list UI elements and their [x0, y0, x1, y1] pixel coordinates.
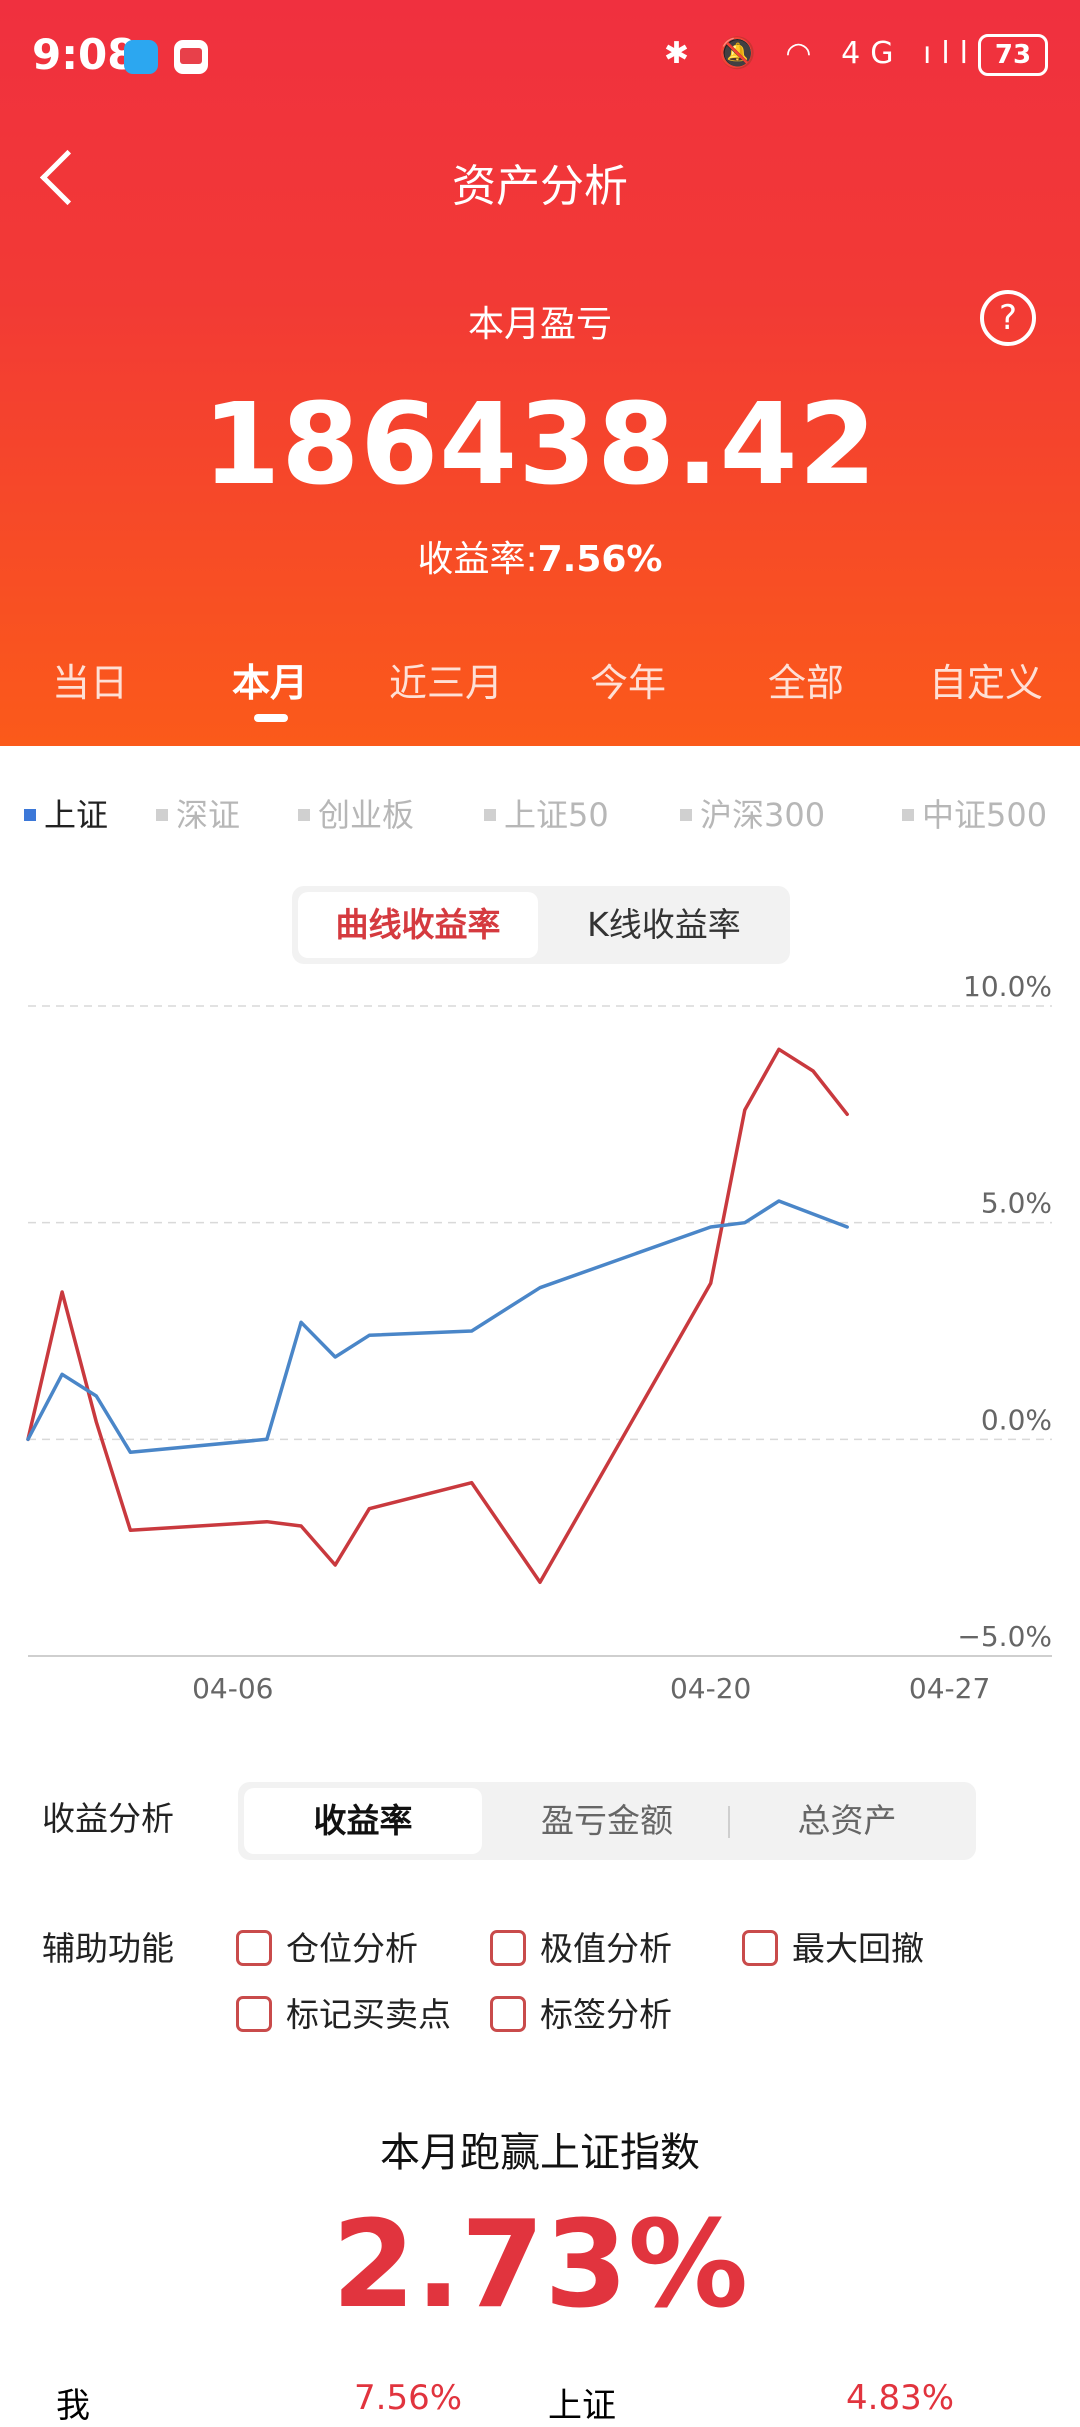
index-value: 4.83% — [846, 2378, 955, 2418]
rate-option[interactable]: 收益率 — [244, 1788, 482, 1854]
extreme-analysis-checkbox[interactable]: 极值分析 — [490, 1922, 672, 1970]
outperform-value: 2.73% — [331, 2196, 749, 2335]
wallet-app-icon — [174, 40, 208, 74]
position-analysis-checkbox[interactable]: 仓位分析 — [236, 1922, 418, 1970]
help-icon[interactable]: ? — [980, 290, 1036, 346]
x-tick-label: 04-20 — [670, 1672, 751, 1705]
curve-return-button[interactable]: 曲线收益率 — [298, 892, 538, 958]
index-sse50[interactable]: 上证50 — [484, 790, 609, 836]
extreme-analysis-label: 极值分析 — [540, 1929, 672, 1968]
legend-square-icon — [680, 809, 692, 821]
me-value: 7.56% — [354, 2378, 463, 2418]
y-tick-label: 0.0% — [981, 1403, 1052, 1436]
summary-header: 9:08 ✱ 🔕 ◠ 4G ıll 73 资产分析 本月盈亏 ? 186438.… — [0, 0, 1080, 746]
index-sse50-label: 上证50 — [504, 796, 609, 834]
y-tick-label: −5.0% — [957, 1620, 1052, 1653]
analysis-label: 收益分析 — [42, 1799, 174, 1838]
outperform-title: 本月跑赢上证指数 — [380, 2130, 700, 2176]
index-csi300-label: 沪深300 — [700, 796, 826, 834]
index-szse[interactable]: 深证 — [156, 790, 240, 836]
legend-square-icon — [484, 809, 496, 821]
tab-this-year[interactable]: 今年 — [538, 652, 718, 707]
tab-this-month-label: 本月 — [231, 661, 308, 705]
profit-subtitle: 本月盈亏 — [467, 304, 612, 345]
return-rate-label: 收益率: — [417, 539, 538, 580]
tab-today[interactable]: 当日 — [0, 652, 180, 707]
checkbox-icon — [490, 1929, 526, 1966]
page-title: 资产分析 — [452, 161, 628, 212]
checkbox-icon — [490, 1995, 526, 2032]
legend-square-icon — [156, 809, 168, 821]
return-rate-value: 7.56% — [537, 539, 663, 580]
system-status-icons: ✱ 🔕 ◠ 4G ıll — [663, 36, 978, 71]
checkbox-icon — [236, 1929, 272, 1966]
profit-amount-option[interactable]: 盈亏金额 — [488, 1788, 726, 1854]
comparison-row: 我 7.56% 上证 4.83% — [0, 2378, 1080, 2426]
kline-return-button[interactable]: K线收益率 — [544, 892, 784, 958]
legend-square-icon — [24, 809, 36, 821]
max-drawdown-label: 最大回撤 — [792, 1929, 924, 1968]
return-chart: 10.0% 5.0% 0.0% −5.0% 04-06 04-20 04-27 — [26, 970, 1052, 1705]
legend-square-icon — [298, 809, 310, 821]
index-label: 上证 — [548, 2386, 616, 2426]
profit-amount: 186438.42 — [202, 380, 878, 510]
status-time: 9:08 — [32, 30, 137, 79]
tab-this-month[interactable]: 本月 — [180, 652, 360, 722]
mark-trades-checkbox[interactable]: 标记买卖点 — [236, 1988, 451, 2036]
message-app-icon — [124, 40, 158, 74]
index-sse-label: 上证 — [44, 796, 109, 834]
index-selector: 上证 深证 创业板 上证50 沪深300 中证500 — [0, 790, 1080, 840]
tag-analysis-label: 标签分析 — [540, 1995, 672, 2034]
y-tick-label: 5.0% — [981, 1187, 1052, 1220]
chart-mode-toggle: 曲线收益率 K线收益率 — [292, 886, 790, 964]
index-csi500-label: 中证500 — [922, 796, 1048, 834]
aux-label: 辅助功能 — [42, 1929, 174, 1968]
return-rate: 收益率:7.56% — [0, 530, 1080, 582]
max-drawdown-checkbox[interactable]: 最大回撤 — [742, 1922, 924, 1970]
portfolio-line — [26, 1047, 849, 1585]
total-assets-option[interactable]: 总资产 — [728, 1788, 966, 1854]
index-chinext-label: 创业板 — [318, 796, 415, 834]
mark-trades-label: 标记买卖点 — [286, 1995, 451, 2034]
checkbox-icon — [742, 1929, 778, 1966]
active-tab-indicator — [254, 714, 288, 722]
tag-analysis-checkbox[interactable]: 标签分析 — [490, 1988, 672, 2036]
index-chinext[interactable]: 创业板 — [298, 790, 414, 836]
index-csi500[interactable]: 中证500 — [902, 790, 1047, 836]
period-tabs: 当日 本月 近三月 今年 全部 自定义 — [0, 652, 1080, 722]
x-tick-label: 04-06 — [192, 1672, 273, 1705]
index-szse-label: 深证 — [176, 796, 241, 834]
me-label: 我 — [56, 2386, 90, 2426]
index-sse[interactable]: 上证 — [24, 790, 108, 836]
position-analysis-label: 仓位分析 — [286, 1929, 418, 1968]
index-line — [26, 1199, 849, 1455]
tab-three-months[interactable]: 近三月 — [356, 652, 536, 707]
index-csi300[interactable]: 沪深300 — [680, 790, 825, 836]
status-bar: 9:08 ✱ 🔕 ◠ 4G ıll 73 — [32, 30, 1048, 86]
tab-all[interactable]: 全部 — [716, 652, 896, 707]
legend-square-icon — [902, 809, 914, 821]
battery-icon: 73 — [978, 34, 1048, 76]
checkbox-icon — [236, 1995, 272, 2032]
x-tick-label: 04-27 — [909, 1672, 990, 1705]
tab-custom[interactable]: 自定义 — [896, 652, 1076, 707]
analysis-toggle: 收益率 盈亏金额 总资产 — [238, 1782, 976, 1860]
y-tick-label: 10.0% — [963, 970, 1052, 1003]
